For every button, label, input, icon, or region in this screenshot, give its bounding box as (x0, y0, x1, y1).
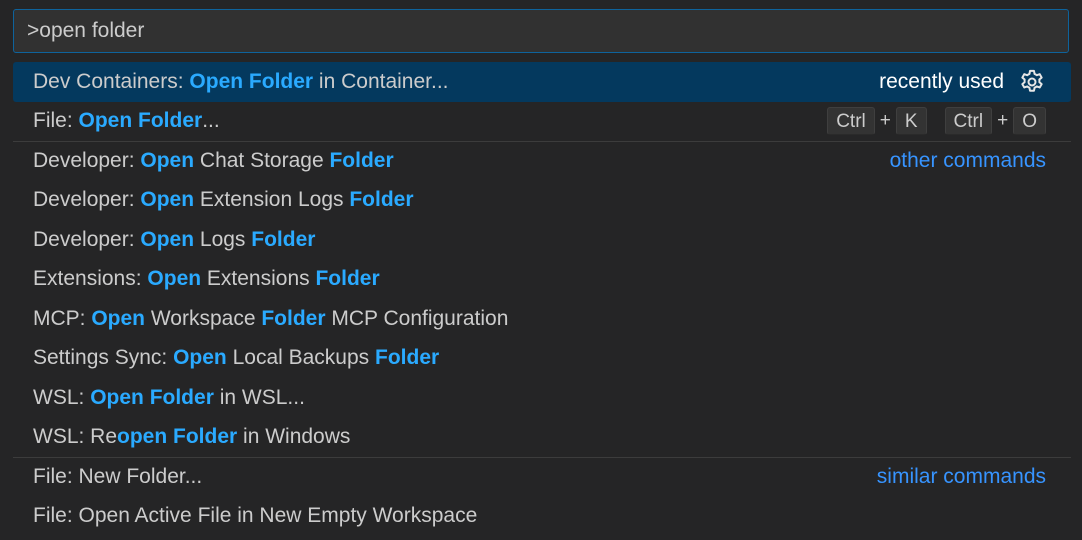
command-item[interactable]: Settings Sync: Open Local Backups Folder (13, 339, 1071, 379)
match-highlight: Folder (375, 346, 440, 370)
command-label: WSL: Reopen Folder in Windows (33, 425, 350, 449)
label-text: File: (33, 109, 79, 133)
command-palette: Dev Containers: Open Folder in Container… (0, 0, 1082, 540)
key-cap: Ctrl (944, 107, 993, 136)
match-highlight: Open Folder (189, 69, 314, 93)
command-list: Dev Containers: Open Folder in Container… (13, 62, 1071, 536)
label-text: MCP: (33, 306, 92, 330)
label-text: in Windows (237, 425, 351, 449)
match-highlight: Open (140, 227, 195, 251)
command-label: MCP: Open Workspace Folder MCP Configura… (33, 307, 508, 331)
command-item[interactable]: Dev Containers: Open Folder in Container… (13, 62, 1071, 102)
label-text: Workspace (145, 306, 262, 330)
match-highlight: Folder (261, 306, 326, 330)
key-cap: O (1013, 107, 1046, 136)
item-actions: recently used (879, 62, 1046, 102)
label-text: Logs (194, 227, 252, 251)
label-text: Settings Sync: (33, 346, 174, 370)
label-text: Developer: (33, 227, 141, 251)
label-text: ... (202, 109, 220, 133)
command-label: Developer: Open Chat Storage Folder (33, 149, 394, 173)
match-highlight: Folder (251, 227, 316, 251)
command-item[interactable]: Developer: Open Chat Storage Folder other… (13, 141, 1071, 181)
command-label: Extensions: Open Extensions Folder (33, 267, 380, 291)
group-label: other commands (889, 149, 1046, 173)
match-highlight: Open (173, 346, 227, 370)
command-item[interactable]: File: New Folder... similar commands (13, 457, 1071, 497)
command-label: Settings Sync: Open Local Backups Folder (33, 346, 439, 370)
label-text: Extensions (201, 267, 316, 291)
key-cap: K (895, 107, 927, 136)
command-label: Dev Containers: Open Folder in Container… (33, 70, 449, 94)
match-highlight: Folder (329, 149, 394, 173)
label-text: in Container... (313, 69, 449, 93)
match-highlight: Folder (315, 267, 380, 291)
group-label: similar commands (876, 465, 1046, 489)
command-item[interactable]: MCP: Open Workspace Folder MCP Configura… (13, 299, 1071, 339)
match-highlight: Open (140, 188, 195, 212)
label-text: Extension Logs (194, 188, 350, 212)
label-text: in WSL... (213, 385, 305, 409)
match-highlight: Open (147, 267, 202, 291)
key-cap: Ctrl (827, 107, 875, 136)
command-item[interactable]: File: Open Folder... Ctrl + K Ctrl + O (13, 102, 1071, 142)
command-input-box[interactable] (13, 9, 1069, 53)
command-label: File: New Folder... (33, 465, 202, 489)
match-highlight: Open Folder (90, 385, 214, 409)
command-label: Developer: Open Extension Logs Folder (33, 188, 414, 212)
command-input[interactable] (14, 10, 1068, 52)
command-label: File: Open Active File in New Empty Work… (33, 504, 477, 528)
label-text: Extensions: (33, 267, 148, 291)
command-item[interactable]: File: Open Active File in New Empty Work… (13, 497, 1071, 537)
match-highlight: Open (140, 149, 195, 173)
command-item[interactable]: WSL: Open Folder in WSL... (13, 378, 1071, 418)
match-highlight: Folder (349, 188, 414, 212)
gear-icon[interactable] (1018, 68, 1046, 96)
key-plus: + (879, 110, 891, 132)
label-text: Local Backups (226, 346, 376, 370)
match-highlight: open Folder (117, 425, 238, 449)
command-item[interactable]: Developer: Open Extension Logs Folder (13, 181, 1071, 221)
command-item[interactable]: Extensions: Open Extensions Folder (13, 260, 1071, 300)
label-text: WSL: (33, 385, 91, 409)
label-text: MCP Configuration (325, 306, 509, 330)
command-item[interactable]: WSL: Reopen Folder in Windows (13, 418, 1071, 458)
label-text: Dev Containers: (33, 69, 190, 93)
label-text: File: Open Active File in New Empty Work… (33, 504, 478, 528)
keybinding: Ctrl + K Ctrl + O (827, 102, 1046, 142)
match-highlight: Open Folder (78, 109, 203, 133)
match-highlight: Open (91, 306, 146, 330)
label-text: File: New Folder... (33, 465, 203, 489)
label-text: Developer: (33, 149, 141, 173)
label-text: WSL: Re (33, 425, 118, 449)
command-item[interactable]: Developer: Open Logs Folder (13, 220, 1071, 260)
command-label: WSL: Open Folder in WSL... (33, 386, 305, 410)
command-label: File: Open Folder... (33, 109, 220, 133)
key-plus: + (997, 110, 1009, 132)
recently-used-label: recently used (879, 69, 1004, 93)
label-text: Chat Storage (194, 149, 330, 173)
command-label: Developer: Open Logs Folder (33, 228, 315, 252)
label-text: Developer: (33, 188, 141, 212)
